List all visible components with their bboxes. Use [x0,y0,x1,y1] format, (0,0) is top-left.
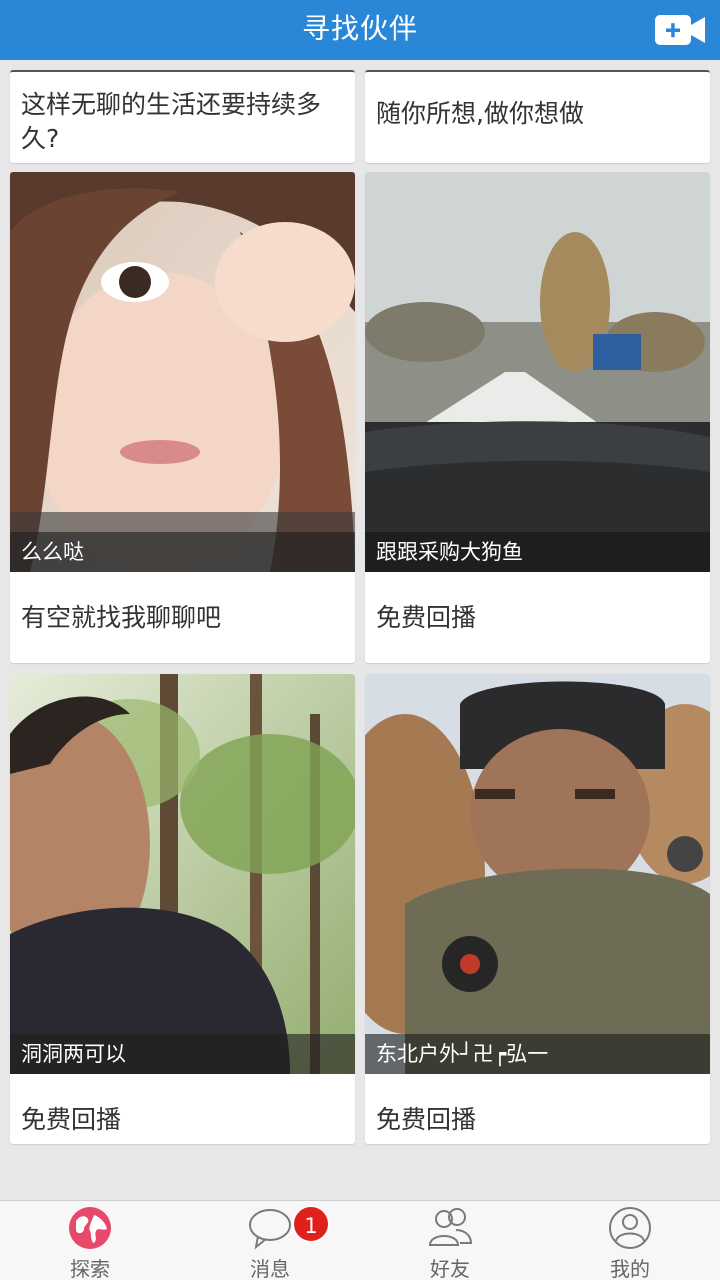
user-photo[interactable]: 么么哒 [10,172,355,572]
nav-item-me[interactable]: 我的 [540,1201,720,1280]
card-description: 免费回播 [376,603,477,632]
start-video-button[interactable] [654,12,706,48]
user-photo[interactable]: 洞洞两可以 [10,674,355,1074]
card-description: 有空就找我聊聊吧 [21,603,222,632]
user-icon [609,1207,651,1249]
nav-label: 探索 [70,1257,110,1280]
page-title: 寻找伙伴 [301,12,418,45]
nav-label: 我的 [610,1257,650,1280]
nav-label: 消息 [250,1257,290,1280]
feed-card-text[interactable]: 随你所想,做你想做 [365,70,710,163]
nav-label: 好友 [430,1257,470,1280]
feed-card[interactable]: 么么哒 有空就找我聊聊吧 [10,172,355,663]
photo-caption: 跟跟采购大狗鱼 [365,532,710,572]
nav-item-messages[interactable]: 1 消息 [180,1201,360,1280]
feed-card[interactable]: 东北户外┘卍┍弘一 免费回播 [365,674,710,1144]
photo-caption: 东北户外┘卍┍弘一 [365,1034,710,1074]
chat-bubble-icon [249,1209,291,1250]
card-description: 免费回播 [376,1105,477,1134]
unread-badge: 1 [292,1205,330,1243]
card-description: 免费回播 [21,1105,122,1134]
photo-caption: 么么哒 [10,532,355,572]
user-photo[interactable]: 东北户外┘卍┍弘一 [365,674,710,1074]
feed-card[interactable]: 跟跟采购大狗鱼 免费回播 [365,172,710,663]
globe-icon [69,1207,111,1249]
feed-card[interactable]: 洞洞两可以 免费回播 [10,674,355,1144]
photo-caption: 洞洞两可以 [10,1034,355,1074]
video-add-icon [655,15,705,45]
friends-icon [428,1208,473,1246]
nav-item-explore[interactable]: 探索 [0,1201,180,1280]
partner-feed[interactable]: 这样无聊的生活还要持续多久? 随你所想,做你想做 么么哒 有空就找我聊聊吧 跟跟… [0,60,720,1200]
user-photo[interactable]: 跟跟采购大狗鱼 [365,172,710,572]
card-description: 随你所想,做你想做 [376,99,584,128]
feed-card-text[interactable]: 这样无聊的生活还要持续多久? [10,70,355,163]
bottom-nav: 探索 1 消息 好友 我的 [0,1200,720,1280]
card-description: 这样无聊的生活还要持续多久? [21,90,322,153]
top-bar: 寻找伙伴 [0,0,720,60]
nav-item-friends[interactable]: 好友 [360,1201,540,1280]
